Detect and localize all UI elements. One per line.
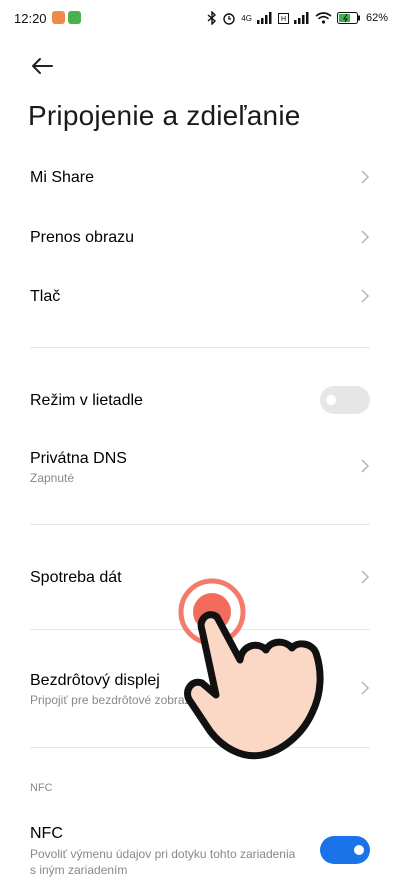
settings-item-subtitle: Zapnuté <box>30 471 75 485</box>
network-type-label: 4G <box>241 13 252 23</box>
nfc-toggle[interactable] <box>320 836 370 864</box>
chevron-right-icon <box>361 170 370 184</box>
settings-item-label: Mi Share <box>30 169 95 186</box>
back-arrow-icon[interactable] <box>28 52 56 80</box>
status-bar: 12:20 4G H 62% <box>0 0 400 36</box>
signal-icon <box>256 12 272 24</box>
chevron-right-icon <box>361 230 370 244</box>
notification-app-icon <box>68 11 81 24</box>
settings-item-subtitle: Povoliť výmenu údajov pri dotyku tohto z… <box>30 847 296 861</box>
chevron-right-icon <box>361 681 370 695</box>
svg-text:H: H <box>281 16 286 23</box>
divider <box>30 347 370 348</box>
status-time: 12:20 <box>14 11 47 26</box>
wifi-icon <box>315 12 332 24</box>
settings-item-mi-share[interactable]: Mi Share <box>0 150 400 206</box>
chevron-right-icon <box>361 459 370 473</box>
settings-item-print[interactable]: Tlač <box>0 269 400 325</box>
settings-item-label: Tlač <box>30 288 61 305</box>
toggle-knob <box>354 845 364 855</box>
battery-icon <box>336 12 360 24</box>
settings-item-private-dns[interactable]: Privátna DNS Zapnuté <box>0 438 400 496</box>
airplane-mode-toggle[interactable] <box>320 386 370 414</box>
hand-pointer-icon <box>178 578 324 760</box>
settings-item-label: Režim v lietadle <box>30 392 143 409</box>
bluetooth-icon <box>207 11 217 25</box>
volte-icon: H <box>277 12 289 24</box>
alarm-icon <box>223 13 235 25</box>
settings-item-label: NFC <box>30 825 63 842</box>
toggle-knob <box>326 395 336 405</box>
settings-item-label: Prenos obrazu <box>30 229 135 246</box>
settings-item-subtitle-line2: s iným zariadením <box>30 863 128 877</box>
chevron-right-icon <box>361 570 370 584</box>
battery-percent: 62% <box>365 12 388 24</box>
settings-item-subtitle: Pripojiť pre bezdrôtové zobraz <box>30 693 191 707</box>
section-header-nfc: NFC <box>30 782 53 794</box>
settings-item-nfc[interactable]: NFC Povoliť výmenu údajov pri dotyku toh… <box>0 818 400 884</box>
chevron-right-icon <box>361 289 370 303</box>
settings-item-airplane-mode[interactable]: Režim v lietadle <box>0 373 400 429</box>
settings-item-label: Privátna DNS <box>30 450 127 467</box>
page-title: Pripojenie a zdieľanie <box>28 100 301 131</box>
settings-item-screencast[interactable]: Prenos obrazu <box>0 210 400 266</box>
status-icons: 4G H 62% <box>207 9 388 27</box>
settings-item-label: Bezdrôtový displej <box>30 672 160 689</box>
signal-icon <box>293 12 309 24</box>
settings-item-label: Spotreba dát <box>30 569 122 586</box>
notification-app-icon <box>52 11 65 24</box>
divider <box>30 524 370 525</box>
